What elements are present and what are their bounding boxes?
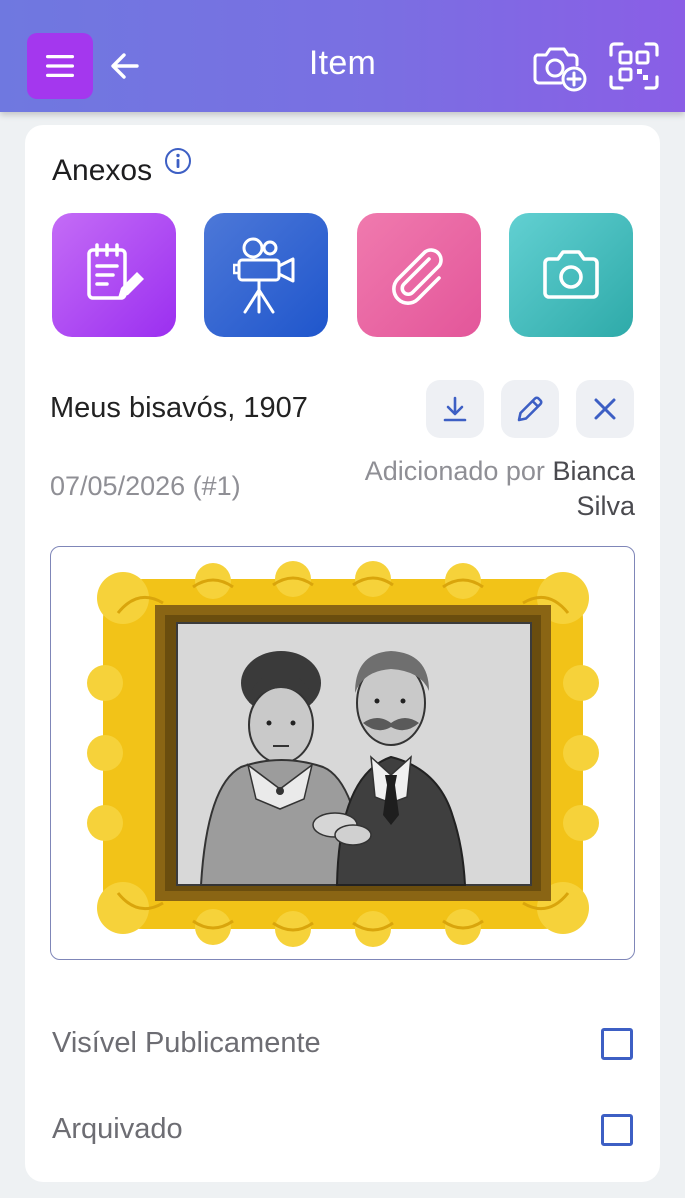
qr-scan-icon (609, 42, 659, 90)
edit-button[interactable] (501, 380, 559, 438)
attachments-title: Anexos (52, 154, 153, 187)
download-icon (443, 396, 467, 422)
added-by: Adicionado por Bianca Silva (315, 454, 635, 524)
pencil-icon (517, 396, 543, 422)
public-visibility-checkbox[interactable] (601, 1028, 633, 1060)
added-by-prefix: Adicionado por (364, 456, 545, 486)
close-icon (594, 398, 616, 420)
add-photo-button[interactable] (531, 41, 587, 93)
film-camera-icon (233, 237, 295, 314)
archived-checkbox[interactable] (601, 1114, 633, 1146)
camera-icon (543, 250, 599, 299)
camera-add-icon (533, 47, 587, 92)
framed-portrait-image (86, 561, 599, 947)
note-edit-icon (87, 243, 144, 300)
add-file-button[interactable] (357, 213, 481, 337)
author-name: Bianca Silva (552, 456, 635, 521)
remove-button[interactable] (576, 380, 634, 438)
qr-scan-button[interactable] (608, 41, 660, 91)
download-button[interactable] (426, 380, 484, 438)
paperclip-icon (392, 248, 443, 305)
attachment-preview[interactable] (50, 546, 635, 960)
add-video-button[interactable] (204, 213, 328, 337)
public-visibility-label: Visível Publicamente (52, 1027, 321, 1059)
attachment-name: Meus bisavós, 1907 (50, 392, 308, 424)
attachment-date: 07/05/2026 (#1) (50, 471, 241, 501)
add-note-button[interactable] (52, 213, 176, 337)
archived-label: Arquivado (52, 1113, 183, 1145)
take-photo-button[interactable] (509, 213, 633, 337)
top-app-bar: Item (0, 0, 685, 112)
info-icon[interactable] (164, 147, 192, 175)
